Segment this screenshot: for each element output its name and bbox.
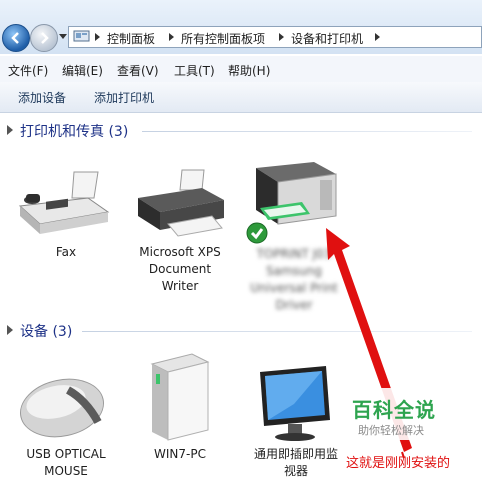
label-line: Microsoft XPS [139,245,221,259]
breadcrumb-separator-icon[interactable] [95,33,100,41]
menu-tools[interactable]: 工具(T) [174,62,215,79]
watermark-title: 百科全说 [352,398,436,422]
annotation-text: 这就是刚刚安装的 [346,456,451,471]
forward-button[interactable] [30,24,58,52]
menu-help[interactable]: 帮助(H) [228,62,270,79]
navigation-bar: 控制面板 所有控制面板项 设备和打印机 [0,0,482,54]
history-dropdown-button[interactable] [59,34,67,39]
devices-group-title[interactable]: 设备 (3) [20,321,72,341]
device-label-fax[interactable]: Fax [26,244,106,261]
menu-view[interactable]: 查看(V) [117,62,159,79]
label-line: Writer [161,279,199,293]
breadcrumb-separator-icon[interactable] [375,33,380,41]
watermark-subtitle: 助你轻松解决 [358,424,424,437]
menu-file[interactable]: 文件(F) [8,62,48,79]
printer-icon[interactable] [132,168,228,242]
group-divider [142,131,472,132]
breadcrumb-control-panel[interactable]: 控制面板 [107,30,155,47]
menu-edit[interactable]: 编辑(E) [62,62,103,79]
command-bar: 添加设备 添加打印机 [0,82,482,113]
label-line: 视器 [283,464,308,478]
device-label-win7-pc[interactable]: WIN7-PC [140,446,220,463]
add-printer-button[interactable]: 添加打印机 [94,89,154,106]
printers-group-title[interactable]: 打印机和传真 (3) [20,121,128,141]
arrow-right-icon [41,32,49,44]
label-line: MOUSE [44,464,88,478]
device-label-xps-writer[interactable]: Microsoft XPS Document Writer [132,244,228,295]
breadcrumb-separator-icon[interactable] [169,33,174,41]
label-line: USB OPTICAL [26,447,106,461]
label-line: Document [148,262,212,276]
control-panel-icon [73,30,90,42]
fax-icon[interactable] [16,168,112,240]
label-line: Fax [55,245,77,259]
watermark: 百科全说 助你轻松解决 [340,388,458,440]
breadcrumb-devices-printers[interactable]: 设备和打印机 [291,30,363,47]
device-label-usb-mouse[interactable]: USB OPTICAL MOUSE [16,446,116,480]
default-checkmark-icon [246,222,268,244]
computer-tower-icon[interactable] [142,350,214,444]
collapse-devices-icon[interactable] [7,325,13,335]
collapse-printers-icon[interactable] [7,125,13,135]
label-line: WIN7-PC [154,447,206,461]
breadcrumb-separator-icon[interactable] [279,33,284,41]
back-button[interactable] [2,24,30,52]
menu-bar: 文件(F) 编辑(E) 查看(V) 工具(T) 帮助(H) [0,56,482,82]
breadcrumb-all-items[interactable]: 所有控制面板项 [181,30,265,47]
mouse-icon[interactable] [16,370,112,444]
arrow-left-icon [11,32,19,44]
breadcrumb[interactable]: 控制面板 所有控制面板项 设备和打印机 [68,26,482,48]
add-device-button[interactable]: 添加设备 [18,89,66,106]
